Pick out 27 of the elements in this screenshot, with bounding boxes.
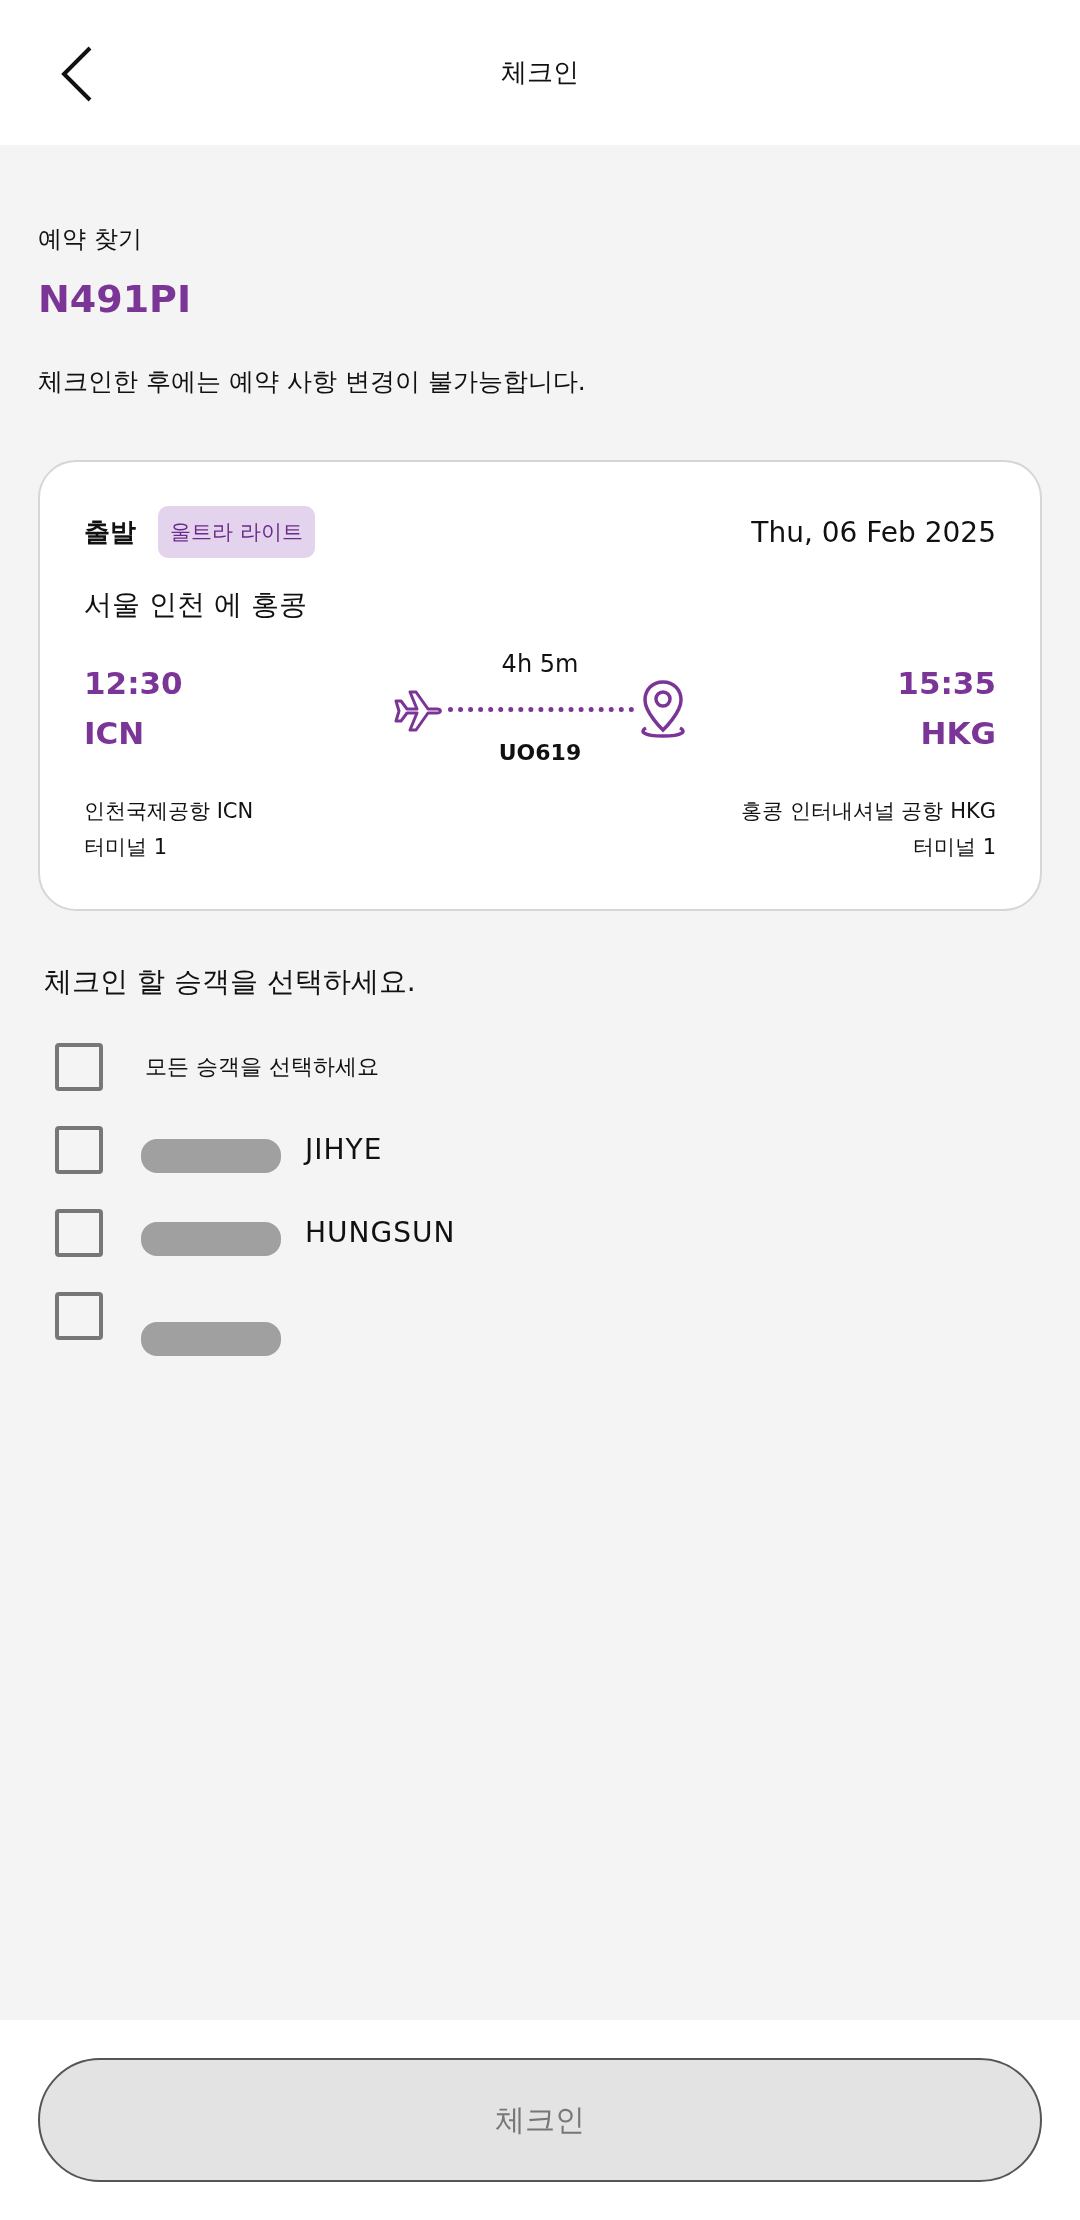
terminal-label: 터미널 1	[84, 834, 169, 861]
location-pin-icon	[638, 678, 688, 740]
arrival-time: 15:35	[896, 663, 996, 703]
direction-label: 출발	[84, 515, 136, 549]
page-title: 체크인	[501, 56, 579, 89]
checkbox[interactable]	[55, 1042, 103, 1091]
fare-badge: 울트라 라이트	[158, 506, 315, 558]
terminal-label: 터미널 1	[911, 834, 996, 861]
checkbox[interactable]	[55, 1208, 103, 1257]
arrival-code: HKG	[919, 713, 996, 753]
checkbox[interactable]	[55, 1125, 103, 1174]
checkbox[interactable]	[55, 1291, 103, 1340]
passenger-name: JIHYE	[305, 1133, 383, 1166]
section-title: 체크인 할 승객을 선택하세요.	[43, 964, 417, 1000]
route-text: 서울 인천 에 홍콩	[84, 587, 308, 623]
flight-duration: 4h 5m	[501, 650, 579, 678]
airport-name: 홍콩 인터내셔널 공항 HKG	[741, 798, 996, 825]
notice-text: 체크인한 후에는 예약 사항 변경이 불가능합니다.	[38, 366, 587, 398]
passenger-name: HUNGSUN	[305, 1216, 456, 1249]
flight-date: Thu, 06 Feb 2025	[751, 515, 996, 549]
airport-name: 인천국제공항 ICN	[84, 798, 254, 825]
flight-number: UO619	[498, 740, 582, 765]
departure-time: 12:30	[84, 663, 184, 703]
section-label: 예약 찾기	[38, 224, 143, 255]
departure-code: ICN	[84, 713, 146, 753]
passenger-name: 모든 승객을 선택하세요	[145, 1053, 379, 1079]
booking-code: N491PI	[38, 277, 193, 321]
